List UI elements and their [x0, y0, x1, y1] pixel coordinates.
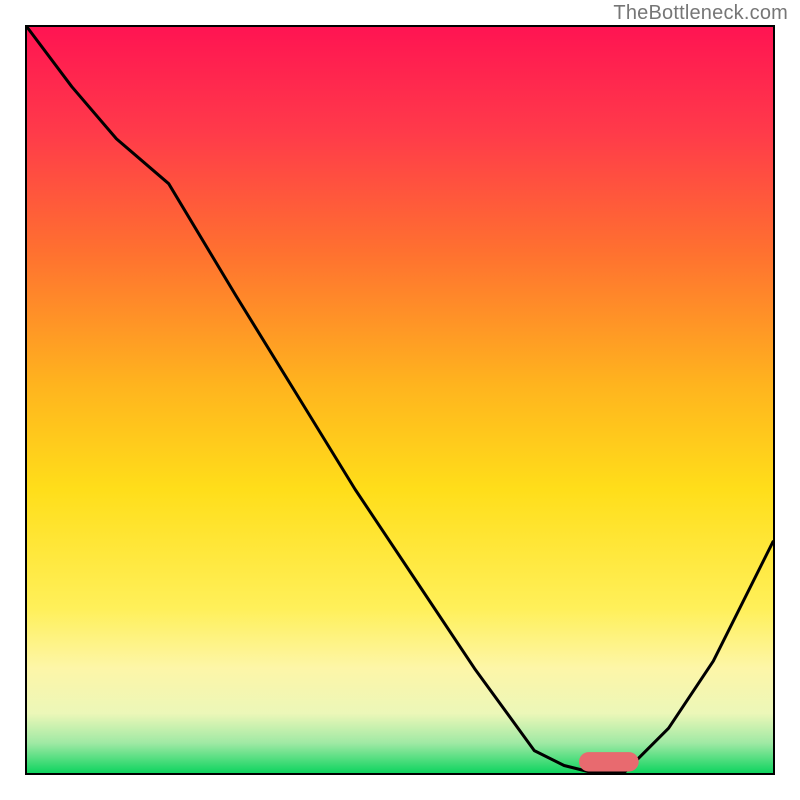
chart-container: TheBottleneck.com	[0, 0, 800, 800]
chart-svg	[25, 25, 775, 775]
watermark-text: TheBottleneck.com	[613, 2, 788, 25]
gradient-background	[27, 27, 773, 773]
chart-plot-area	[25, 25, 775, 775]
optimal-range-marker	[579, 752, 639, 771]
